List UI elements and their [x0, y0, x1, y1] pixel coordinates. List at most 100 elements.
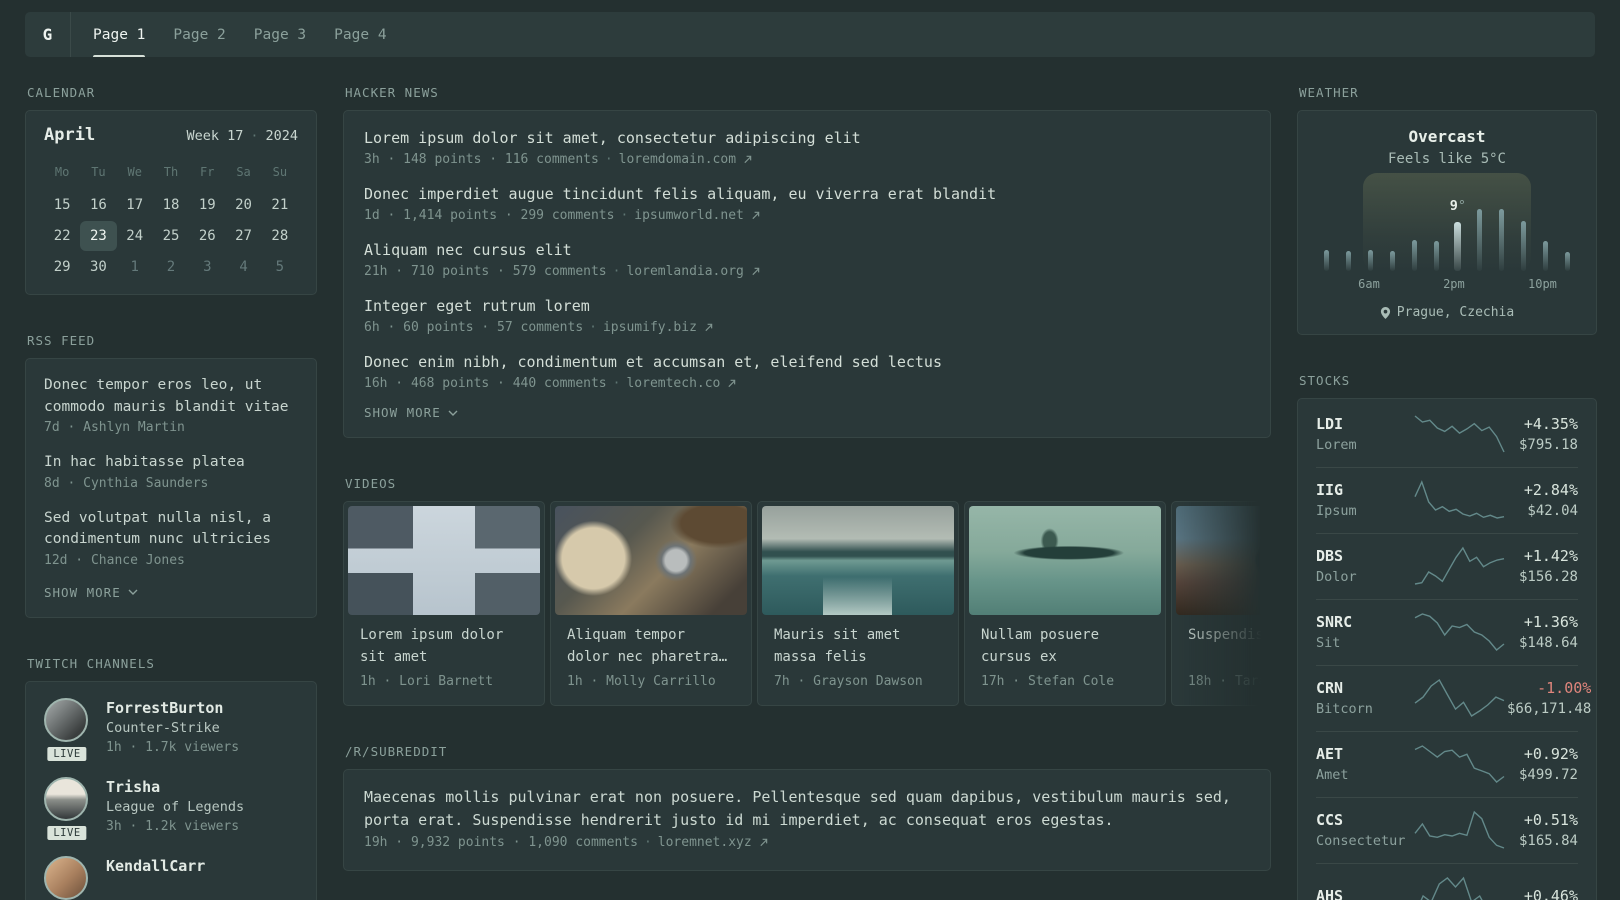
weather-bar-slot	[1556, 183, 1578, 271]
hn-item-domain-link[interactable]: ipsumworld.net	[634, 208, 744, 223]
weather-bar	[1520, 221, 1526, 271]
weather-bars: 9°	[1316, 183, 1578, 271]
hn-item-title[interactable]: Aliquam nec cursus elit	[364, 239, 1250, 262]
external-link-icon	[728, 379, 736, 388]
stock-change-percent: +1.42%	[1523, 546, 1578, 565]
rss-item-meta: 7d · Ashlyn Martin	[44, 420, 185, 435]
weather-bar-slot	[1316, 183, 1338, 271]
hackernews-show-more-button[interactable]: SHOW MORE	[364, 405, 458, 420]
hn-item-domain-link[interactable]: ipsumify.biz	[603, 320, 697, 335]
stock-values: +0.51% $165.84	[1507, 810, 1578, 851]
calendar-weekday-label: Fr	[200, 165, 215, 179]
stock-symbol: SNRC	[1316, 612, 1353, 631]
hn-item-stats: 6h · 60 points · 57 comments	[364, 320, 584, 335]
videos-row: Lorem ipsum dolor sit amet consectetu… 1…	[343, 501, 1271, 706]
rss-item-title[interactable]: In hac habitasse platea	[44, 452, 298, 474]
video-title: Mauris sit amet massa felis	[774, 627, 901, 665]
stock-change-percent: +0.46%	[1523, 886, 1578, 900]
nav-tab[interactable]: Page 4	[334, 12, 386, 57]
reddit-post-domain-link[interactable]: loremnet.xyz	[658, 835, 752, 850]
hn-item-domain-link[interactable]: loremtech.co	[626, 376, 720, 391]
hn-item-domain-link[interactable]: loremlandia.org	[626, 264, 743, 279]
nav-tab[interactable]: Page 1	[93, 12, 146, 57]
calendar-weekday-label: We	[127, 165, 142, 179]
video-card[interactable]: Nullam posuere cursus ex 17h · Stefan Co…	[964, 501, 1166, 706]
hn-item-domain-link[interactable]: loremdomain.com	[619, 152, 736, 167]
calendar-day: 30	[89, 259, 107, 275]
section-title-subreddit: /R/SUBREDDIT	[345, 744, 448, 759]
twitch-channel-name: ForrestBurton	[106, 698, 224, 717]
stock-symbol: LDI	[1316, 414, 1344, 433]
weather-axis-tick	[1316, 277, 1337, 291]
meta-separator: ·	[604, 152, 613, 167]
stock-values: +1.36% $148.64	[1507, 612, 1578, 653]
rss-item-title[interactable]: Sed volutpat nulla nisl, a condimentum n…	[44, 508, 298, 551]
stock-id: AET Amet	[1316, 744, 1412, 785]
weather-bar-slot	[1512, 183, 1534, 271]
weather-axis-tick	[1401, 277, 1422, 291]
show-more-label: SHOW MORE	[44, 584, 121, 600]
twitch-channel-row[interactable]: KendallCarr	[44, 855, 298, 900]
stock-row: CCS Consectetur +0.51% $165.84	[1316, 797, 1578, 863]
hn-item-title[interactable]: Integer eget rutrum lorem	[364, 295, 1250, 318]
rss-list: Donec tempor eros leo, ut commodo mauris…	[44, 375, 298, 568]
hackernews-list: Lorem ipsum dolor sit amet, consectetur …	[364, 127, 1250, 391]
hn-item-title[interactable]: Donec enim nibh, condimentum et accumsan…	[364, 351, 1250, 374]
calendar-weekday-label: Sa	[236, 165, 251, 179]
stock-row: DBS Dolor +1.42% $156.28	[1316, 533, 1578, 599]
hn-item-meta: 21h · 710 points · 579 comments · loreml…	[364, 264, 1250, 279]
stock-change-percent: +2.84%	[1523, 480, 1578, 499]
weather-bar	[1346, 251, 1352, 271]
show-more-label: SHOW MORE	[364, 405, 441, 420]
calendar-panel: April Week 17 · 2024 Mo Tu We Th Fr Sa Su 15 16 1…	[25, 110, 317, 295]
hn-item-title[interactable]: Donec imperdiet augue tincidunt felis al…	[364, 183, 1250, 206]
stock-sparkline	[1414, 678, 1505, 717]
video-card[interactable]: Mauris sit amet massa felis 7h · Grayson…	[757, 501, 959, 706]
calendar-weekday-label: Mo	[54, 165, 70, 179]
stock-values: +0.92% $499.72	[1507, 744, 1578, 785]
calendar-day: 19	[198, 197, 216, 213]
section-title-stocks: STOCKS	[1299, 373, 1351, 388]
twitch-channel-row[interactable]: LIVE Trisha League of Legends 3h · 1.2k …	[44, 776, 298, 842]
stock-sparkline	[1414, 810, 1505, 849]
video-card[interactable]: Lorem ipsum dolor sit amet consectetu… 1…	[343, 501, 545, 706]
meta-separator: ·	[589, 320, 597, 335]
video-card[interactable]: Suspendisse diam 18h · Tara	[1171, 501, 1271, 706]
video-card-body: Lorem ipsum dolor sit amet consectetu… 1…	[348, 615, 540, 701]
section-title-rss: RSS FEED	[27, 333, 96, 348]
video-card[interactable]: Aliquam tempor dolor nec pharetra… 1h · …	[550, 501, 752, 706]
nav-tab[interactable]: Page 3	[254, 12, 306, 57]
chevron-down-icon	[128, 589, 138, 595]
stock-row: CRN Bitcorn -1.00% $66,171.48	[1316, 665, 1591, 731]
weather-bar-slot	[1469, 183, 1491, 271]
app-logo[interactable]: G	[25, 12, 71, 57]
twitch-channel-game: League of Legends	[106, 798, 245, 815]
top-nav: G Page 1 Page 2 Page 3 Page 4	[25, 12, 1595, 57]
weather-bar-slot	[1491, 183, 1513, 271]
reddit-post-title[interactable]: Maecenas mollis pulvinar erat non posuer…	[364, 786, 1250, 832]
weather-bar	[1368, 250, 1374, 271]
stock-sparkline	[1414, 415, 1505, 453]
calendar-day: 27	[235, 228, 252, 244]
chevron-down-icon	[448, 410, 458, 416]
stock-id: CRN Bitcorn	[1316, 678, 1412, 719]
video-card-body: Nullam posuere cursus ex 17h · Stefan Co…	[969, 615, 1161, 701]
hn-item-meta: 16h · 468 points · 440 comments · loremt…	[364, 376, 1250, 391]
stock-sparkline	[1414, 613, 1505, 651]
nav-tabs: Page 1 Page 2 Page 3 Page 4	[71, 12, 387, 57]
calendar-day: 24	[126, 228, 144, 244]
nav-tab[interactable]: Page 2	[173, 12, 225, 57]
hn-item-title[interactable]: Lorem ipsum dolor sit amet, consectetur …	[364, 127, 1250, 150]
external-link-icon	[760, 838, 767, 847]
weather-axis-tick: 2pm	[1443, 277, 1465, 291]
video-title: Aliquam tempor dolor nec pharetra…	[567, 627, 728, 665]
twitch-channel-info: Trisha League of Legends 3h · 1.2k viewe…	[106, 777, 244, 834]
section-title-weather: WEATHER	[1299, 85, 1359, 100]
external-link-icon	[752, 267, 760, 276]
twitch-channel-row[interactable]: LIVE ForrestBurton Counter-Strike 1h · 1…	[44, 697, 298, 763]
video-title: Suspendisse diam	[1188, 627, 1271, 643]
rss-item-title[interactable]: Donec tempor eros leo, ut commodo mauris…	[44, 375, 298, 418]
twitch-channel-viewers: 1h · 1.7k viewers	[106, 739, 240, 755]
video-meta: 1h · Molly Carrillo	[567, 674, 716, 689]
rss-show-more-button[interactable]: SHOW MORE	[44, 585, 138, 600]
